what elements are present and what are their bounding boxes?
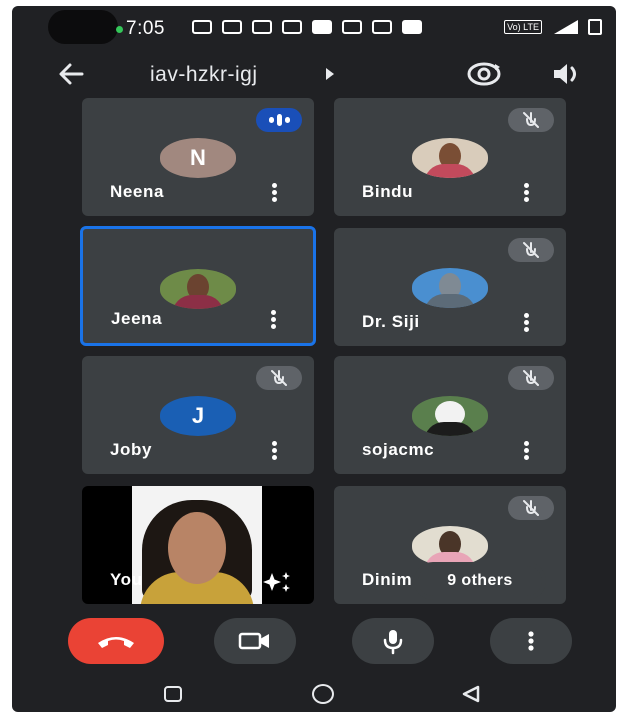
avatar: N xyxy=(160,138,236,178)
microphone-icon xyxy=(383,630,403,655)
participant-tile-jeena[interactable]: Jeena xyxy=(80,226,316,346)
avatar-photo xyxy=(160,269,236,309)
avatar-photo xyxy=(412,268,488,308)
system-status-icons: Vo) LTE xyxy=(504,19,602,35)
recent-apps-icon[interactable] xyxy=(164,686,182,702)
participant-tile-dinim[interactable]: Dinim 9 others xyxy=(334,486,566,604)
switch-camera-button[interactable] xyxy=(464,58,504,90)
participant-tile-joby[interactable]: J Joby xyxy=(82,356,314,474)
battery-icon xyxy=(588,19,602,35)
participant-name: You xyxy=(110,570,143,589)
participant-name: sojacmc xyxy=(362,440,435,459)
participant-name: Dr. Siji xyxy=(362,312,420,331)
arrow-back-icon xyxy=(59,63,84,85)
camera-notch xyxy=(48,10,118,44)
mic-off-icon xyxy=(508,496,554,520)
self-view-tile[interactable]: You xyxy=(82,486,314,604)
mic-off-icon xyxy=(508,108,554,132)
settings-notification-icon xyxy=(282,20,302,34)
more-options-button[interactable] xyxy=(490,618,572,664)
participant-tile-dr-siji[interactable]: Dr. Siji xyxy=(334,228,566,346)
status-bar: 7:05 Vo) LTE xyxy=(12,6,616,48)
avatar-photo xyxy=(412,396,488,436)
more-options-icon[interactable] xyxy=(270,182,278,204)
more-options-icon[interactable] xyxy=(522,182,530,204)
participant-tile-sojacmc[interactable]: sojacmc xyxy=(334,356,566,474)
participant-name: Joby xyxy=(110,440,153,459)
sparkle-effects-icon xyxy=(263,572,290,592)
avatar-photo xyxy=(412,526,488,566)
more-vert-icon xyxy=(528,631,534,651)
youtube-notification-icon xyxy=(312,20,332,34)
active-indicator-dot xyxy=(116,26,123,33)
nav-back-icon[interactable] xyxy=(460,684,482,704)
speaker-icon xyxy=(554,64,576,84)
participant-tile-neena[interactable]: N Neena xyxy=(82,98,314,216)
news-notification-icon xyxy=(222,20,242,34)
app-notification-icon xyxy=(252,20,272,34)
crop-notification-icon xyxy=(372,20,392,34)
mic-off-icon xyxy=(256,366,302,390)
mic-off-icon xyxy=(508,238,554,262)
speaking-indicator-icon xyxy=(256,108,302,132)
participant-name: Bindu xyxy=(362,182,414,201)
meeting-details-arrow-icon[interactable] xyxy=(326,68,334,80)
hang-up-icon xyxy=(98,637,134,648)
participant-name: Neena xyxy=(110,182,165,201)
phone-screen: 7:05 Vo) LTE iav-hzkr-igj N Neena Bindu … xyxy=(12,6,616,712)
more-options-icon[interactable] xyxy=(522,312,530,334)
camera-toggle-button[interactable] xyxy=(214,618,296,664)
end-call-button[interactable] xyxy=(68,618,164,664)
video-notification-icon xyxy=(192,20,212,34)
home-icon[interactable] xyxy=(312,684,334,704)
avatar-photo xyxy=(412,138,488,178)
zomato-notification-icon xyxy=(402,20,422,34)
participant-name: Jeena xyxy=(111,309,163,328)
self-video-feed xyxy=(132,486,262,604)
audio-output-button[interactable] xyxy=(546,58,586,90)
more-options-icon[interactable] xyxy=(270,440,278,462)
microphone-toggle-button[interactable] xyxy=(352,618,434,664)
participant-name: Dinim xyxy=(362,570,413,589)
system-nav-bar xyxy=(12,676,616,712)
status-time: 7:05 xyxy=(126,18,165,39)
others-count-button[interactable]: 9 others xyxy=(418,566,542,596)
flip-camera-icon xyxy=(467,62,501,86)
effects-button[interactable] xyxy=(260,570,294,594)
volte-icon: Vo) LTE xyxy=(504,20,542,34)
video-camera-icon xyxy=(238,632,269,650)
back-button[interactable] xyxy=(52,58,92,90)
mic-off-icon xyxy=(508,366,554,390)
more-options-icon[interactable] xyxy=(522,440,530,462)
more-options-icon[interactable] xyxy=(269,309,277,331)
coupon-notification-icon xyxy=(342,20,362,34)
meeting-header: iav-hzkr-igj xyxy=(12,50,616,98)
notification-icons xyxy=(192,20,422,34)
meeting-code[interactable]: iav-hzkr-igj xyxy=(150,63,258,87)
signal-icon xyxy=(554,20,578,34)
avatar: J xyxy=(160,396,236,436)
participant-tile-bindu[interactable]: Bindu xyxy=(334,98,566,216)
